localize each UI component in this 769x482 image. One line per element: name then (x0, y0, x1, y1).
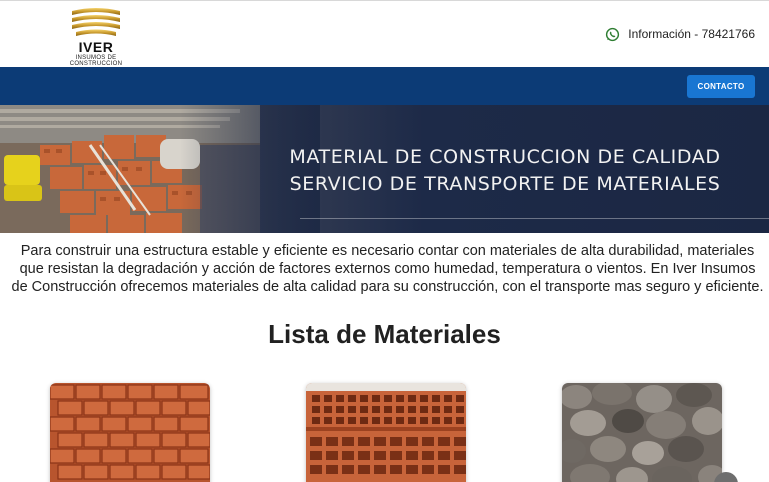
hero-divider (300, 218, 769, 219)
contact-info[interactable]: Información - 78421766 (605, 25, 755, 43)
logo-name: IVER (78, 39, 114, 55)
intro-paragraph: Para construir una estructura estable y … (11, 243, 764, 295)
logo-tagline: INSUMOS DE CONSTRUCCION (69, 55, 123, 67)
hero-headline: MATERIAL DE CONSTRUCCION DE CALIDAD (289, 146, 721, 168)
contact-phone-text: Información - 78421766 (628, 27, 755, 41)
site-header: IVER INSUMOS DE CONSTRUCCION Información… (0, 0, 769, 67)
whatsapp-icon (606, 27, 620, 41)
material-card-hollow-bricks[interactable] (306, 383, 466, 482)
hollow-bricks-image (306, 383, 466, 482)
hero-subheadline: SERVICIO DE TRANSPORTE DE MATERIALES (289, 173, 721, 195)
navbar: CONTACTO (0, 67, 769, 105)
logo-emblem-icon (72, 8, 120, 36)
river-stones-image (562, 383, 722, 482)
solid-bricks-image (50, 383, 210, 482)
iver-logo[interactable]: IVER INSUMOS DE CONSTRUCCION (50, 7, 142, 67)
contact-button[interactable]: CONTACTO (687, 75, 755, 98)
hero-banner: MATERIAL DE CONSTRUCCION DE CALIDAD SERV… (0, 105, 769, 233)
hero-overlay (180, 105, 320, 233)
material-card-river-stones[interactable] (562, 383, 722, 482)
materials-section-title: Lista de Materiales (268, 319, 501, 349)
material-card-solid-bricks[interactable] (50, 383, 210, 482)
